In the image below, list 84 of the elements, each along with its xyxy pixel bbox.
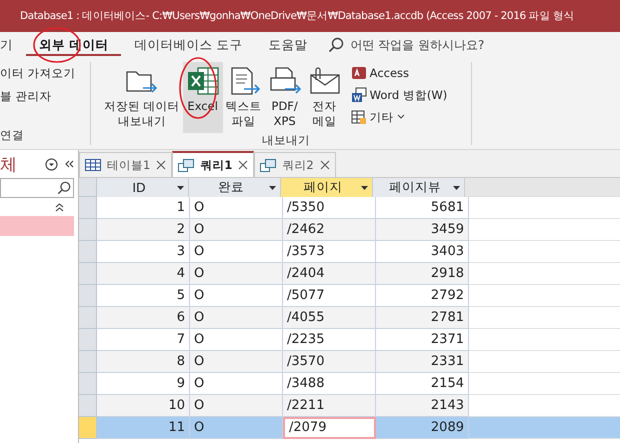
- column-header[interactable]: 페이지뷰: [373, 178, 465, 197]
- search-field[interactable]: [0, 178, 74, 198]
- row-selector[interactable]: [79, 285, 97, 307]
- envelope-icon: [308, 66, 342, 96]
- row-selector[interactable]: [79, 351, 97, 373]
- table-cell: O: [190, 263, 283, 285]
- export-button[interactable]: PDF/ XPS: [264, 62, 305, 133]
- export-button[interactable]: 텍스트 파일: [222, 62, 265, 133]
- table-cell: 3459: [376, 219, 469, 241]
- column-header[interactable]: 완료: [189, 178, 281, 197]
- caret-icon: [396, 114, 405, 120]
- dropdown-arrow-icon[interactable]: [453, 186, 460, 190]
- group-label: 연결: [0, 128, 25, 144]
- close-icon[interactable]: [238, 160, 248, 170]
- dropdown-arrow-icon[interactable]: [269, 186, 276, 190]
- table-cell: /2079: [283, 417, 376, 439]
- database-icon: [350, 65, 367, 81]
- spreadsheet-icon: [186, 66, 220, 96]
- row-selector[interactable]: [79, 219, 97, 241]
- export-button[interactable]: 전자 메일: [304, 62, 345, 133]
- table-cell: /2462: [283, 219, 376, 241]
- window-title: Database1 : 데이터베이스- C:₩Users₩gonha₩OneDrive₩문서₩Database1.accdb (Access 2007 - 2016 파일 형식: [20, 9, 574, 23]
- printer-icon: [268, 66, 302, 96]
- row-selector[interactable]: [79, 307, 97, 329]
- merge-icon: [350, 87, 367, 103]
- table-cell: O: [190, 395, 283, 417]
- chevron-icon[interactable]: [55, 202, 64, 212]
- nav-item[interactable]: [0, 216, 74, 236]
- close-icon[interactable]: [320, 160, 330, 170]
- ribbon-tab[interactable]: 데이터베이스 도구: [121, 32, 256, 58]
- table-cell: O: [190, 417, 283, 439]
- tell-me-field[interactable]: 어떤 작업을 원하시나요?: [350, 38, 500, 52]
- query-icon: [260, 158, 276, 172]
- ribbon-button[interactable]: 이터 가져오기: [0, 66, 90, 81]
- collapse-icon[interactable]: [64, 159, 74, 169]
- document-tab[interactable]: 테이블1: [79, 152, 172, 177]
- table-cell: O: [190, 219, 283, 241]
- dropdown-icon[interactable]: [45, 158, 58, 170]
- row-selector[interactable]: [79, 373, 97, 395]
- select-all-corner[interactable]: [79, 178, 97, 197]
- table-cell: 2089: [376, 417, 469, 439]
- dropdown-arrow-icon[interactable]: [361, 186, 368, 190]
- ribbon-button[interactable]: Word 병합(W): [348, 86, 450, 104]
- ribbon-tab[interactable]: 도움말: [255, 32, 320, 58]
- table-cell: /2404: [283, 263, 376, 285]
- dropdown-arrow-icon[interactable]: [177, 186, 184, 190]
- table-cell: 8: [97, 351, 190, 373]
- ribbon-tab[interactable]: 기: [0, 32, 26, 58]
- export-button[interactable]: 저장된 데이터 내보내기: [101, 62, 183, 133]
- ribbon-button[interactable]: 기타: [348, 108, 450, 126]
- row-selector[interactable]: [79, 329, 97, 351]
- column-header[interactable]: 페이지: [281, 178, 373, 197]
- document-tab[interactable]: 쿼리2: [254, 152, 336, 177]
- row-selector[interactable]: [79, 417, 97, 439]
- ribbon-button[interactable]: 블 관리자: [0, 89, 90, 104]
- table-cell: 2781: [376, 307, 469, 329]
- row-selector[interactable]: [79, 263, 97, 285]
- group-label: 내보내기: [261, 132, 311, 149]
- search-icon: [328, 37, 344, 53]
- table-cell: 11: [97, 417, 190, 439]
- table-cell: O: [190, 307, 283, 329]
- table-cell: /4055: [283, 307, 376, 329]
- table-cell: 2331: [376, 351, 469, 373]
- close-icon[interactable]: [156, 160, 166, 170]
- table-cell: 2143: [376, 395, 469, 417]
- nav-pane-title: 체: [0, 154, 17, 176]
- table-cell: 4: [97, 263, 190, 285]
- row-selector[interactable]: [79, 197, 97, 219]
- row-selector[interactable]: [79, 241, 97, 263]
- table-cell: 6: [97, 307, 190, 329]
- table-cell: /2211: [283, 395, 376, 417]
- table-icon: [85, 159, 101, 171]
- ribbon-button[interactable]: Access: [348, 64, 450, 82]
- search-icon: [57, 181, 71, 195]
- table-cell: O: [190, 351, 283, 373]
- table-cell: 2: [97, 219, 190, 241]
- column-header[interactable]: ID: [97, 178, 189, 197]
- table-cell: 10: [97, 395, 190, 417]
- table-cell: /3570: [283, 351, 376, 373]
- document-tab[interactable]: 쿼리1: [172, 151, 254, 177]
- table-icon: [350, 109, 367, 125]
- row-selector[interactable]: [79, 395, 97, 417]
- table-cell: 2918: [376, 263, 469, 285]
- query-icon: [178, 158, 194, 172]
